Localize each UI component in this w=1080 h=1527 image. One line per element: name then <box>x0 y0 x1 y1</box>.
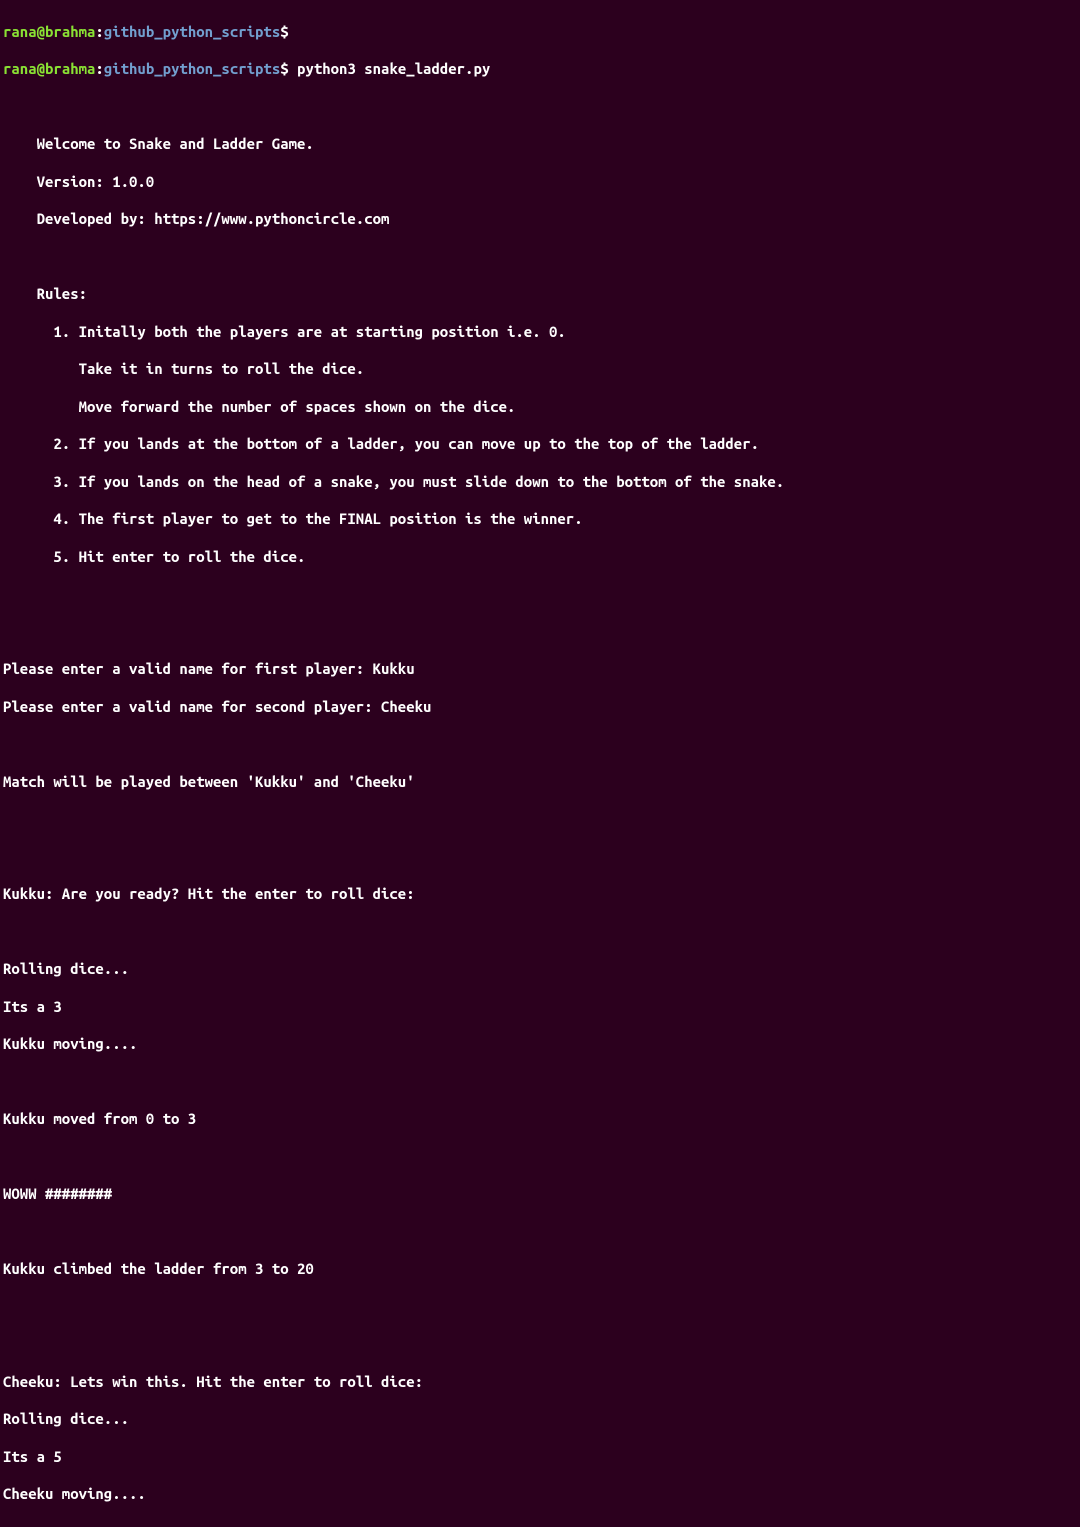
output-welcome: Welcome to Snake and Ladder Game. <box>3 135 1074 154</box>
prompt-line-2: rana@brahma:github_python_scripts$ pytho… <box>3 60 1074 79</box>
output-line <box>3 848 1074 867</box>
output-version: Version: 1.0.0 <box>3 173 1074 192</box>
prompt-at: @ <box>37 60 45 77</box>
prompt-dollar: $ <box>280 60 288 77</box>
prompt-colon: : <box>95 60 103 77</box>
output-line <box>3 1223 1074 1242</box>
output-dice-3: Its a 3 <box>3 998 1074 1017</box>
output-line <box>3 810 1074 829</box>
output-cheeku-moving: Cheeku moving.... <box>3 1485 1074 1504</box>
prompt-user: rana <box>3 23 37 40</box>
prompt-host: brahma <box>45 60 95 77</box>
output-rule-5: 5. Hit enter to roll the dice. <box>3 548 1074 567</box>
output-rules-header: Rules: <box>3 285 1074 304</box>
output-match: Match will be played between 'Kukku' and… <box>3 773 1074 792</box>
output-kukku-moving: Kukku moving.... <box>3 1035 1074 1054</box>
output-cheeku-ready: Cheeku: Lets win this. Hit the enter to … <box>3 1373 1074 1392</box>
output-player1-prompt: Please enter a valid name for first play… <box>3 660 1074 679</box>
output-line <box>3 248 1074 267</box>
output-kukku-climbed: Kukku climbed the ladder from 3 to 20 <box>3 1260 1074 1279</box>
output-kukku-ready: Kukku: Are you ready? Hit the enter to r… <box>3 885 1074 904</box>
output-rule-2: 2. If you lands at the bottom of a ladde… <box>3 435 1074 454</box>
output-line <box>3 98 1074 117</box>
output-rule-3: 3. If you lands on the head of a snake, … <box>3 473 1074 492</box>
output-player2-prompt: Please enter a valid name for second pla… <box>3 698 1074 717</box>
output-line <box>3 1335 1074 1354</box>
output-developed: Developed by: https://www.pythoncircle.c… <box>3 210 1074 229</box>
output-line <box>3 585 1074 604</box>
output-rolling-1: Rolling dice... <box>3 960 1074 979</box>
terminal-window[interactable]: rana@brahma:github_python_scripts$ rana@… <box>0 0 1080 1527</box>
prompt-line-1: rana@brahma:github_python_scripts$ <box>3 23 1074 42</box>
output-rule-1b: Take it in turns to roll the dice. <box>3 360 1074 379</box>
output-rule-1c: Move forward the number of spaces shown … <box>3 398 1074 417</box>
prompt-at: @ <box>37 23 45 40</box>
output-kukku-moved: Kukku moved from 0 to 3 <box>3 1110 1074 1129</box>
output-line <box>3 1148 1074 1167</box>
output-line <box>3 623 1074 642</box>
prompt-dollar: $ <box>280 23 288 40</box>
prompt-user: rana <box>3 60 37 77</box>
output-line <box>3 923 1074 942</box>
output-rule-4: 4. The first player to get to the FINAL … <box>3 510 1074 529</box>
prompt-host: brahma <box>45 23 95 40</box>
prompt-path: github_python_scripts <box>104 60 280 77</box>
output-line <box>3 1073 1074 1092</box>
output-rolling-2: Rolling dice... <box>3 1410 1074 1429</box>
prompt-path: github_python_scripts <box>104 23 280 40</box>
prompt-colon: : <box>95 23 103 40</box>
command-text: python3 snake_ladder.py <box>289 60 491 77</box>
output-woww: WOWW ######## <box>3 1185 1074 1204</box>
output-line <box>3 735 1074 754</box>
output-dice-5: Its a 5 <box>3 1448 1074 1467</box>
output-rule-1a: 1. Initally both the players are at star… <box>3 323 1074 342</box>
output-line <box>3 1298 1074 1317</box>
